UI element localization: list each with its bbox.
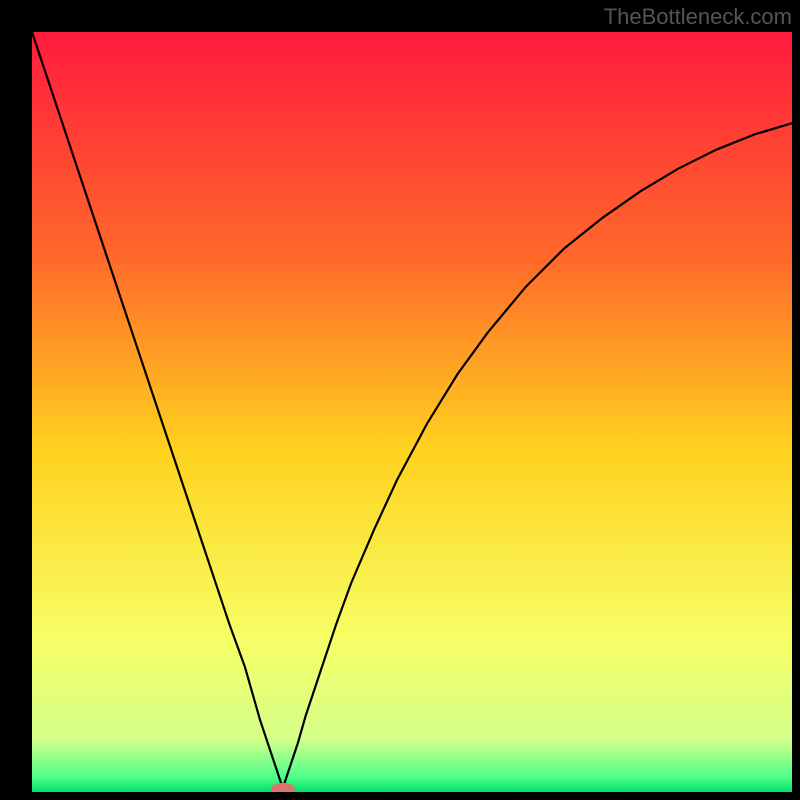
watermark-text: TheBottleneck.com <box>604 4 792 30</box>
chart-frame: TheBottleneck.com <box>0 0 800 800</box>
plot-area <box>32 32 792 792</box>
gradient-background <box>32 32 792 792</box>
chart-svg <box>32 32 792 792</box>
